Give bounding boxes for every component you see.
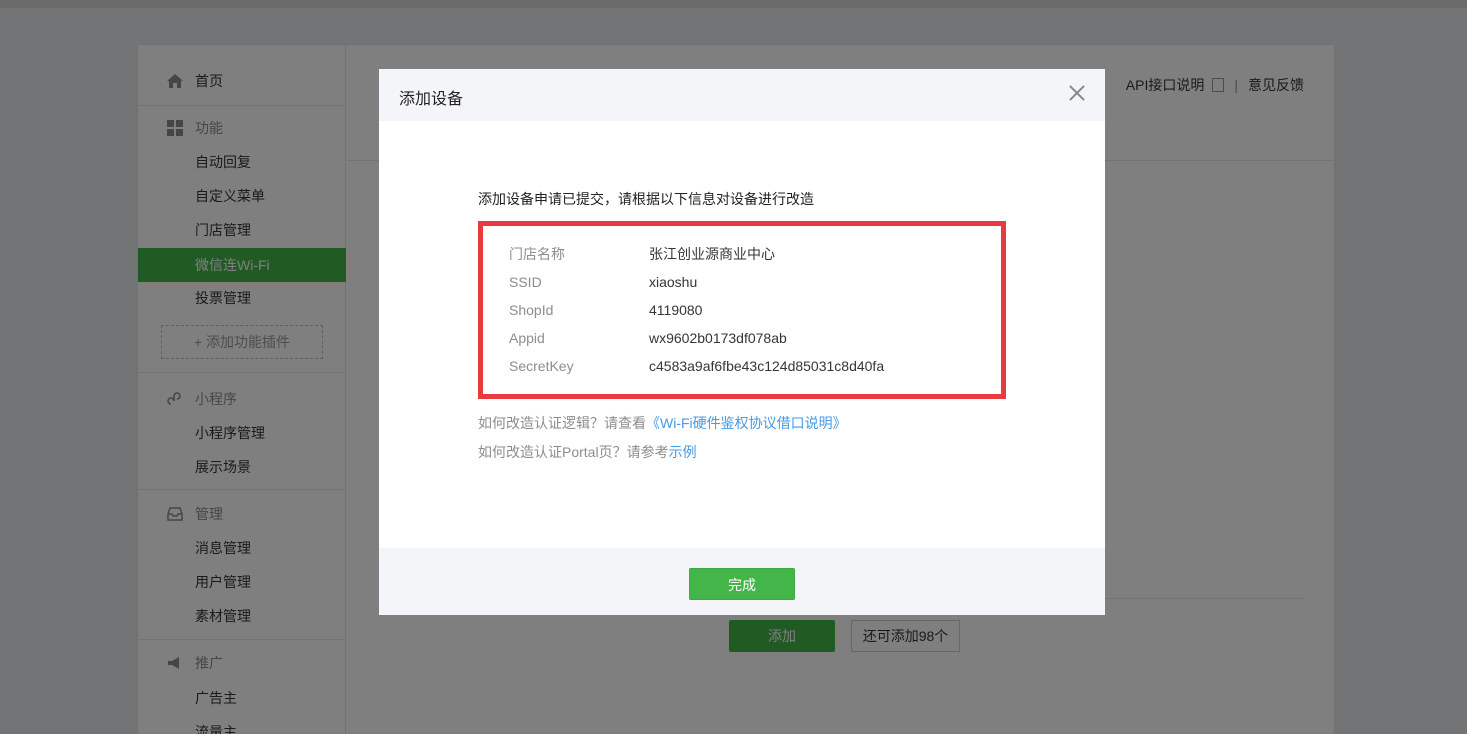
- done-button[interactable]: 完成: [689, 568, 795, 600]
- info-value: 4119080: [649, 302, 703, 318]
- help-auth-logic: 如何改造认证逻辑？请查看《Wi-Fi硬件鉴权协议借口说明》: [478, 413, 847, 433]
- dialog-footer: 完成: [379, 548, 1105, 615]
- info-label: SecretKey: [509, 358, 574, 374]
- auth-protocol-link[interactable]: 《Wi-Fi硬件鉴权协议借口说明》: [646, 415, 847, 431]
- info-label: SSID: [509, 274, 542, 290]
- close-icon[interactable]: [1067, 83, 1087, 103]
- help-text: 如何改造认证Portal页？请参考: [478, 444, 669, 460]
- info-value: 张江创业源商业中心: [649, 246, 775, 262]
- add-device-dialog: 添加设备 添加设备申请已提交，请根据以下信息对设备进行改造 门店名称 张江创业源…: [379, 69, 1105, 615]
- info-label: 门店名称: [509, 246, 565, 262]
- dialog-intro: 添加设备申请已提交，请根据以下信息对设备进行改造: [478, 191, 814, 207]
- info-value: wx9602b0173df078ab: [649, 330, 787, 346]
- dialog-header: 添加设备: [379, 69, 1105, 121]
- example-link[interactable]: 示例: [669, 444, 697, 460]
- info-label: ShopId: [509, 302, 554, 318]
- info-label: Appid: [509, 330, 545, 346]
- help-text: 如何改造认证逻辑？请查看: [478, 415, 646, 431]
- info-value: xiaoshu: [649, 274, 698, 290]
- info-value: c4583a9af6fbe43c124d85031c8d40fa: [649, 358, 885, 374]
- help-portal-page: 如何改造认证Portal页？请参考示例: [478, 442, 697, 462]
- device-info-box: 门店名称 张江创业源商业中心 SSID xiaoshu ShopId 41190…: [478, 221, 1006, 399]
- dialog-title: 添加设备: [399, 91, 464, 108]
